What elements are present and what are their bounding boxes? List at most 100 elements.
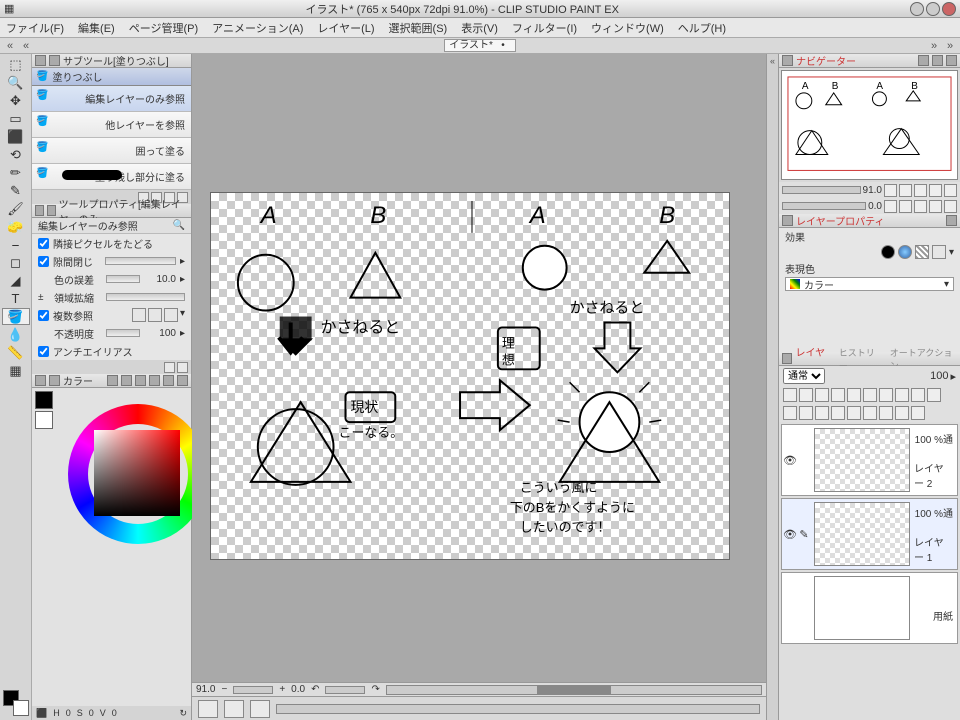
menu-ページ管理(P)[interactable]: ページ管理(P) <box>129 20 198 36</box>
lc4[interactable] <box>831 388 845 402</box>
adj-pixel-check[interactable] <box>38 238 49 249</box>
panel-menu-icon[interactable] <box>49 375 60 386</box>
lcb5[interactable] <box>847 406 861 420</box>
lcb6[interactable] <box>863 406 877 420</box>
lc2[interactable] <box>799 388 813 402</box>
nav-zoom-value[interactable]: 91.0 <box>863 185 882 196</box>
antialias-check[interactable] <box>38 346 49 357</box>
panel-grip-icon[interactable] <box>782 55 793 66</box>
lcb3[interactable] <box>815 406 829 420</box>
panel-grip-icon[interactable] <box>35 205 44 216</box>
effect-more-icon[interactable]: ▾ <box>949 247 954 258</box>
tool-8[interactable]: 🖌 <box>2 200 30 217</box>
subtool-item-1[interactable]: 🪣他レイヤーを参照 <box>32 112 191 138</box>
nav-100-icon[interactable] <box>929 184 942 197</box>
layer-name[interactable]: レイヤー 2 <box>914 460 953 490</box>
nav-zoomin-icon[interactable] <box>899 184 912 197</box>
ref-opt2[interactable] <box>148 308 162 322</box>
nav-zoomout-icon[interactable] <box>884 184 897 197</box>
subtool-item-2[interactable]: 🪣囲って塗る <box>32 138 191 164</box>
nav-rot3-icon[interactable] <box>914 200 927 213</box>
layer-opacity-value[interactable]: 100 <box>930 370 948 382</box>
timeline-btn2[interactable] <box>224 700 244 718</box>
tool-bg-swatch[interactable] <box>13 700 29 716</box>
lc3[interactable] <box>815 388 829 402</box>
nav-tab1[interactable] <box>918 55 929 66</box>
canvas[interactable]: A B A B かさねると かさねると <box>210 192 730 560</box>
effect-tone-icon[interactable] <box>898 245 912 259</box>
tool-1[interactable]: 🔍 <box>2 74 30 91</box>
menu-編集(E)[interactable]: 編集(E) <box>78 20 115 36</box>
tool-12[interactable]: ◢ <box>2 272 30 289</box>
layer-item-0[interactable]: 👁100 %通レイヤー 2 <box>781 424 958 496</box>
color-tab1[interactable] <box>107 375 118 386</box>
panel-grip-icon[interactable] <box>35 55 46 66</box>
effect-screen-icon[interactable] <box>915 245 929 259</box>
tp-foot2[interactable] <box>177 362 188 373</box>
zoom-out-icon[interactable]: − <box>221 684 227 695</box>
swap-swatch-icon[interactable]: ⬛ <box>36 708 47 719</box>
tool-11[interactable]: ◻ <box>2 254 30 271</box>
collapse-left-icon[interactable]: « <box>4 40 16 52</box>
lc8[interactable] <box>895 388 909 402</box>
gap-close-slider[interactable] <box>105 257 176 265</box>
expr-color-select[interactable]: カラー▾ <box>785 277 954 291</box>
rot-cw-icon[interactable]: ↷ <box>371 684 379 695</box>
lcb7[interactable] <box>879 406 893 420</box>
tp-foot1[interactable] <box>164 362 175 373</box>
nav-fit-icon[interactable] <box>914 184 927 197</box>
navigator-thumbnail[interactable]: AB AB <box>781 70 958 180</box>
lc7[interactable] <box>879 388 893 402</box>
gap-close-check[interactable] <box>38 256 49 267</box>
layer-visibility-icon[interactable]: 👁 <box>782 454 798 467</box>
tool-4[interactable]: ⬛ <box>2 128 30 145</box>
multi-ref-check[interactable] <box>38 310 49 321</box>
color-tab3[interactable] <box>135 375 146 386</box>
nav-tab2[interactable] <box>932 55 943 66</box>
tool-6[interactable]: ✏ <box>2 164 30 181</box>
tool-17[interactable]: ▦ <box>2 362 30 379</box>
collapse-left2-icon[interactable]: « <box>20 40 32 52</box>
color-tol-slider[interactable] <box>106 275 140 283</box>
panel-grip-icon[interactable] <box>35 375 46 386</box>
nav-xtra-icon[interactable] <box>944 184 957 197</box>
panel-menu-icon[interactable] <box>49 55 60 66</box>
lcb8[interactable] <box>895 406 909 420</box>
nav-rot1-icon[interactable] <box>884 200 897 213</box>
layer-visibility-icon[interactable]: 👁 <box>782 528 798 541</box>
rot-slider[interactable] <box>325 686 365 694</box>
maximize-button[interactable] <box>926 2 940 16</box>
lc6[interactable] <box>863 388 877 402</box>
color-tab2[interactable] <box>121 375 132 386</box>
stepper-icon[interactable]: ▸ <box>180 256 185 267</box>
lcb1[interactable] <box>783 406 797 420</box>
stepper-icon[interactable]: ▸ <box>180 274 185 285</box>
timeline-btn3[interactable] <box>250 700 270 718</box>
stepper-icon[interactable]: ▸ <box>180 328 185 339</box>
menu-表示(V)[interactable]: 表示(V) <box>461 20 498 36</box>
menu-アニメーション(A)[interactable]: アニメーション(A) <box>212 20 303 36</box>
tool-3[interactable]: ▭ <box>2 110 30 127</box>
menu-ウィンドウ(W)[interactable]: ウィンドウ(W) <box>591 20 664 36</box>
layer-name[interactable]: レイヤー 1 <box>914 534 953 564</box>
layer-name[interactable]: 用紙 <box>933 608 953 623</box>
nav-rot-slider[interactable] <box>782 202 866 210</box>
timeline-track[interactable] <box>276 704 760 714</box>
effect-4-icon[interactable] <box>932 245 946 259</box>
ref-opt3[interactable] <box>164 308 178 322</box>
nav-tab3[interactable] <box>946 55 957 66</box>
subtool-header[interactable]: 🪣 塗りつぶし <box>32 68 191 86</box>
panel-grip-icon[interactable] <box>782 215 793 226</box>
hscrollbar[interactable] <box>386 685 762 695</box>
menu-レイヤー(L)[interactable]: レイヤー(L) <box>317 20 374 36</box>
panel-grip-icon[interactable] <box>782 353 792 364</box>
nav-rot2-icon[interactable] <box>899 200 912 213</box>
timeline-btn1[interactable] <box>198 700 218 718</box>
zoom-in-icon[interactable]: + <box>279 684 285 695</box>
nav-flip-icon[interactable] <box>929 200 942 213</box>
nav-rot5-icon[interactable] <box>944 200 957 213</box>
rotation-value[interactable]: 0.0 <box>291 684 305 695</box>
close-button[interactable] <box>942 2 956 16</box>
lp-tab-icon[interactable] <box>946 215 957 226</box>
lcb2[interactable] <box>799 406 813 420</box>
